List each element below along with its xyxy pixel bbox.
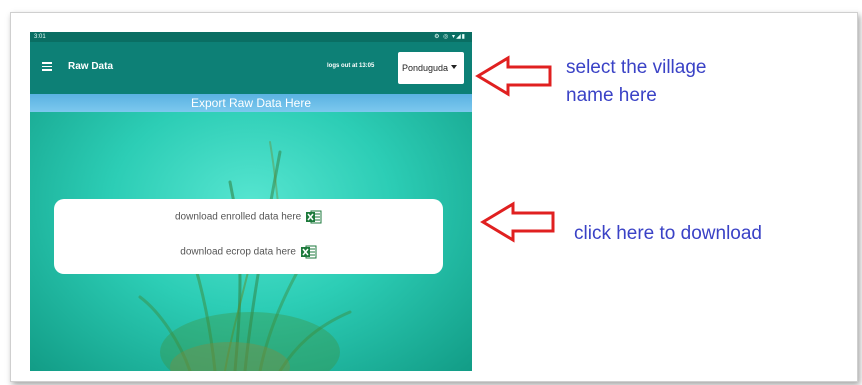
annotation-village-line2: name here [566,85,657,106]
phone-screen: 3:01 ⚙ ◎ ▾◢▮ Raw Data logs out at 13:05 … [30,32,472,371]
status-bar: 3:01 ⚙ ◎ ▾◢▮ [30,32,472,42]
village-select[interactable]: Ponduguda [398,52,464,84]
chevron-down-icon [451,65,457,69]
village-select-value: Ponduguda [402,63,449,73]
download-enrolled-link[interactable]: download enrolled data here [54,210,443,224]
download-card: download enrolled data here download ecr… [54,199,443,274]
export-header: Export Raw Data Here [30,94,472,112]
status-time: 3:01 [34,34,46,40]
download-ecrop-link[interactable]: download ecrop data here [54,245,443,259]
annotation-village-line1: select the village [566,57,707,78]
download-ecrop-label: download ecrop data here [180,246,296,258]
excel-icon[interactable] [300,245,317,259]
logout-time-text: logs out at 13:05 [327,63,375,69]
status-icons: ⚙ ◎ ▾◢▮ [434,34,466,40]
download-enrolled-label: download enrolled data here [175,211,302,223]
annotation-village: select the village name here [566,54,706,110]
annotation-download: click here to download [574,223,762,244]
app-bar: Raw Data logs out at 13:05 Ponduguda [30,42,472,94]
hamburger-menu-icon[interactable] [42,62,52,71]
excel-icon[interactable] [306,210,322,224]
app-bar-title: Raw Data [68,61,114,72]
